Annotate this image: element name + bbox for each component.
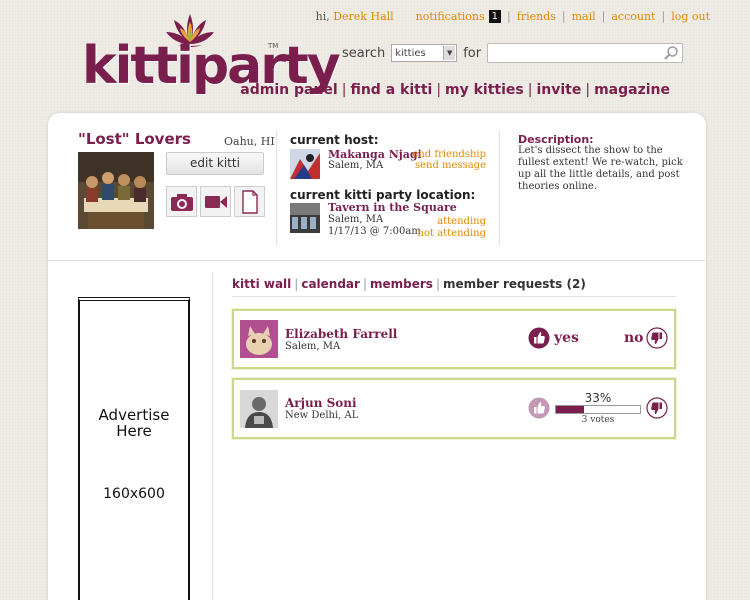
tab-separator: | <box>362 277 367 291</box>
add-document-button[interactable] <box>234 186 265 217</box>
main-nav: admin panel | find a kitti | my kitties | invi… <box>240 82 670 98</box>
trademark: TM <box>268 42 279 50</box>
nav-separator: | <box>585 82 591 98</box>
account-link[interactable]: account <box>611 10 655 23</box>
nav-separator: | <box>561 10 566 23</box>
tab-kitti-wall[interactable]: kitti wall <box>232 277 291 291</box>
vote-count: 3 votes <box>581 415 615 425</box>
nav-find-kitti[interactable]: find a kitti <box>350 82 432 98</box>
requester-location: Salem, MA <box>285 341 341 352</box>
host-avatar[interactable] <box>290 149 320 179</box>
nav-separator: | <box>507 10 511 23</box>
thumbs-down-icon <box>646 397 668 419</box>
venue-name-link[interactable]: Tavern in the Square <box>328 201 457 214</box>
tab-separator: | <box>435 277 440 291</box>
nav-my-kitties[interactable]: my kitties <box>445 82 524 98</box>
ad-line-1: Advertise <box>98 406 170 424</box>
edit-kitti-button[interactable]: edit kitti <box>166 152 264 175</box>
nav-separator: | <box>601 10 606 23</box>
search-icon[interactable] <box>663 45 679 61</box>
vote-progress-fill <box>556 406 584 413</box>
ad-slot[interactable] <box>78 297 190 600</box>
nav-separator: | <box>527 82 533 98</box>
attending-link[interactable]: attending <box>437 216 486 227</box>
requester-name-link[interactable]: Elizabeth Farrell <box>285 327 397 341</box>
ad-line-2: Here <box>116 422 152 440</box>
vote-yes-label[interactable]: yes <box>554 330 579 346</box>
tab-members[interactable]: members <box>370 277 433 291</box>
avatar[interactable] <box>240 320 278 358</box>
nav-separator: | <box>436 82 442 98</box>
nav-invite[interactable]: invite <box>536 82 581 98</box>
kitti-photo[interactable] <box>78 152 154 229</box>
avatar[interactable] <box>240 390 278 428</box>
vote-percent: 33% <box>584 391 612 405</box>
search-category-select[interactable]: kitties ▼ <box>391 44 458 62</box>
upload-photo-button[interactable] <box>166 186 197 217</box>
tab-separator: | <box>294 277 299 291</box>
divider <box>212 272 213 600</box>
party-location-heading: current kitti party location: <box>290 188 476 202</box>
nav-magazine[interactable]: magazine <box>594 82 670 98</box>
user-name-link[interactable]: Derek Hall <box>333 10 393 23</box>
section-divider <box>48 260 706 261</box>
divider <box>276 130 277 246</box>
top-nav: hi, Derek Hall notifications 1 | friends… <box>316 10 710 23</box>
not-attending-link[interactable]: not attending <box>418 228 486 239</box>
kitti-location: Oahu, HI <box>224 135 275 148</box>
venue-photo-image <box>290 203 320 233</box>
vote-no-label[interactable]: no <box>624 330 644 346</box>
mail-link[interactable]: mail <box>572 10 596 23</box>
host-avatar-image <box>290 149 320 179</box>
current-host-heading: current host: <box>290 133 379 147</box>
kitti-title: "Lost" Lovers <box>78 130 191 148</box>
nav-admin-panel[interactable]: admin panel <box>240 82 337 98</box>
nav-separator: | <box>661 10 666 23</box>
greeting: hi, <box>315 10 330 23</box>
vote-no-button[interactable] <box>646 397 668 423</box>
search-category-value: kitties <box>395 47 426 59</box>
requester-name-link[interactable]: Arjun Soni <box>285 396 357 410</box>
vote-progress-bar <box>555 405 641 414</box>
friends-link[interactable]: friends <box>517 10 556 23</box>
ad-size: 160x600 <box>103 486 165 502</box>
host-location: Salem, MA <box>328 160 384 171</box>
end-friendship-link[interactable]: end friendship <box>412 149 486 160</box>
upload-video-button[interactable] <box>200 186 231 217</box>
video-camera-icon <box>204 195 227 208</box>
kitti-tabs: kitti wall | calendar | members | member reque… <box>232 277 586 291</box>
party-datetime: 1/17/13 @ 7:00am <box>328 226 421 237</box>
avatar-image <box>240 390 278 428</box>
notifications-count-badge[interactable]: 1 <box>488 10 502 23</box>
logout-link[interactable]: log out <box>671 10 710 23</box>
description-text: Let's dissect the show to the fullest ex… <box>518 145 683 192</box>
vote-yes-button[interactable] <box>528 397 550 423</box>
document-icon <box>241 189 258 214</box>
search-input[interactable] <box>487 43 684 63</box>
thumbs-down-icon <box>646 327 668 349</box>
venue-photo[interactable] <box>290 203 320 233</box>
notifications-link[interactable]: notifications <box>416 10 485 23</box>
send-message-link[interactable]: send message <box>415 160 486 171</box>
chevron-down-icon: ▼ <box>443 46 456 60</box>
thumbs-up-icon <box>528 397 550 419</box>
thumbs-up-icon <box>528 327 550 349</box>
tab-calendar[interactable]: calendar <box>301 277 360 291</box>
vote-no-button[interactable] <box>646 327 668 353</box>
requester-location: New Delhi, AL <box>285 410 359 421</box>
tabs-underline <box>232 296 676 297</box>
avatar-image <box>240 320 278 358</box>
divider <box>499 130 500 246</box>
search-for-label: for <box>463 45 482 61</box>
vote-yes-button[interactable] <box>528 327 550 353</box>
nav-separator: | <box>341 82 347 98</box>
venue-city: Salem, MA <box>328 214 384 225</box>
camera-icon <box>170 193 193 211</box>
kitti-photo-image <box>78 152 154 229</box>
ad-text: Advertise Here <box>80 407 188 439</box>
search-bar: search kitties ▼ for <box>342 42 684 64</box>
search-label: search <box>342 45 386 61</box>
tab-member-requests[interactable]: member requests (2) <box>443 277 586 291</box>
